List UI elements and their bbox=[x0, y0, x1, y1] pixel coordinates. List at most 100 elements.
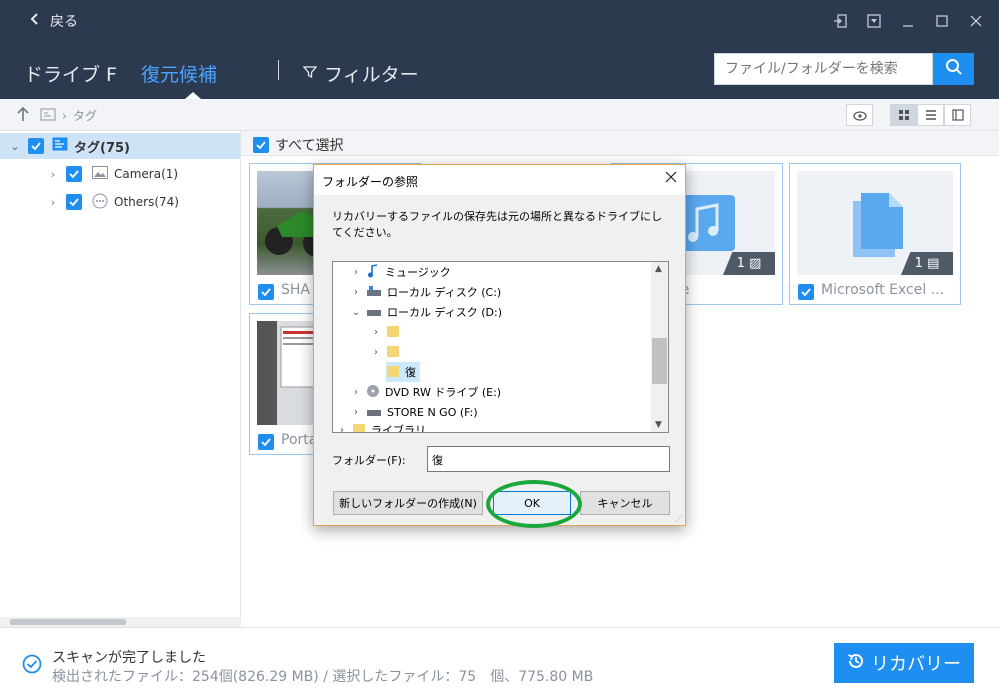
back-button[interactable]: 戻る bbox=[30, 11, 78, 31]
folder-field-label: フォルダー(F): bbox=[332, 454, 406, 467]
folder-tree-item[interactable]: ⌄ ローカル ディスク (D:) bbox=[351, 302, 502, 322]
chevron-right-icon[interactable]: › bbox=[351, 387, 361, 398]
sidebar-tree: ⌄ タグ(75) › Camera(1) › Others(74) bbox=[0, 131, 241, 627]
drive-icon bbox=[366, 305, 382, 320]
maximize-icon[interactable] bbox=[933, 12, 951, 30]
chevron-right-icon[interactable]: › bbox=[337, 425, 347, 433]
sidebar-scrollbar[interactable] bbox=[0, 617, 241, 627]
select-all-bar: すべて選択 bbox=[241, 131, 999, 156]
checkbox-checked-icon[interactable] bbox=[258, 434, 274, 450]
checkbox-checked-icon[interactable] bbox=[253, 137, 269, 153]
cancel-button[interactable]: キャンセル bbox=[580, 491, 670, 515]
scroll-down-icon[interactable]: ▼ bbox=[655, 420, 662, 430]
filter-icon bbox=[302, 63, 318, 85]
folder-icon bbox=[386, 324, 400, 341]
folder-tree-item[interactable]: › bbox=[371, 342, 405, 362]
active-tab-indicator bbox=[185, 92, 201, 99]
folder-tree-item-selected[interactable]: 復 bbox=[386, 362, 420, 382]
tab-drive[interactable]: ドライブ F bbox=[24, 60, 117, 87]
chevron-right-icon[interactable]: › bbox=[371, 327, 381, 338]
recover-button[interactable]: リカバリー bbox=[834, 643, 974, 683]
sidebar-item-label: Camera(1) bbox=[114, 167, 179, 181]
sidebar-item-camera[interactable]: › Camera(1) bbox=[46, 161, 178, 187]
scroll-up-icon[interactable]: ▲ bbox=[655, 264, 662, 274]
checkbox-checked-icon[interactable] bbox=[28, 138, 44, 154]
folder-field[interactable]: 復 bbox=[427, 446, 670, 472]
back-label: 戻る bbox=[50, 14, 78, 30]
folder-icon bbox=[386, 364, 400, 381]
up-arrow-icon[interactable] bbox=[16, 106, 30, 126]
chevron-right-icon[interactable]: › bbox=[46, 168, 60, 181]
chevron-down-icon[interactable]: ⌄ bbox=[351, 307, 361, 318]
detail-view-button[interactable] bbox=[944, 104, 971, 126]
folder-tree-item[interactable]: › DVD RW ドライブ (E:) bbox=[351, 382, 501, 402]
checkbox-checked-icon[interactable] bbox=[258, 284, 274, 300]
chevron-right-icon[interactable]: › bbox=[46, 196, 60, 209]
search-icon bbox=[945, 58, 963, 80]
eye-icon bbox=[852, 106, 867, 125]
dialog-title-bar: フォルダーの参照 bbox=[314, 165, 685, 195]
chevron-right-icon[interactable]: › bbox=[351, 267, 361, 278]
chevron-down-icon[interactable]: ⌄ bbox=[8, 140, 22, 153]
grid-view-button[interactable] bbox=[890, 104, 917, 126]
folder-tree-item[interactable]: › ライブラリ bbox=[337, 420, 426, 433]
folder-tree-item[interactable]: › ミュージック bbox=[351, 262, 451, 282]
nav-bar: ドライブ F 復元候補 フィルター bbox=[0, 42, 999, 99]
grid-icon bbox=[898, 110, 909, 120]
drive-icon bbox=[366, 405, 382, 420]
list-view-button[interactable] bbox=[917, 104, 944, 126]
minimize-icon[interactable] bbox=[899, 12, 917, 30]
resize-grip-icon[interactable]: ⋰ bbox=[675, 514, 683, 523]
folder-tree-item[interactable]: › bbox=[371, 322, 405, 342]
chevron-right-icon[interactable]: › bbox=[351, 287, 361, 298]
image-stack-icon: ▨ bbox=[749, 256, 762, 271]
select-all-checkbox[interactable]: すべて選択 bbox=[253, 135, 343, 155]
login-icon[interactable] bbox=[831, 12, 849, 30]
checkbox-checked-icon[interactable] bbox=[66, 166, 82, 182]
breadcrumb-item-tag[interactable]: タグ bbox=[73, 107, 97, 124]
close-icon[interactable] bbox=[967, 12, 985, 30]
browse-folder-dialog: フォルダーの参照 リカバリーするファイルの保存先は元の場所と異なるドライブにして… bbox=[313, 164, 686, 526]
tab-recovery-candidates[interactable]: 復元候補 bbox=[141, 60, 217, 87]
sidebar-item-label: Others(74) bbox=[114, 195, 179, 209]
file-card[interactable]: 1 ▤ Microsoft Excel ... bbox=[789, 163, 961, 305]
checkbox-checked-icon[interactable] bbox=[66, 194, 82, 210]
search-button[interactable] bbox=[933, 53, 974, 85]
music-icon bbox=[366, 263, 380, 281]
chevron-right-icon[interactable]: › bbox=[371, 347, 381, 358]
chevron-right-icon[interactable]: › bbox=[351, 407, 361, 418]
dialog-title: フォルダーの参照 bbox=[322, 175, 419, 189]
folder-tree[interactable]: › ミュージック › ローカル ディスク (C:) ⌄ ローカル ディスク (D… bbox=[332, 261, 669, 433]
scrollbar-thumb[interactable] bbox=[10, 619, 126, 625]
dialog-close-icon[interactable] bbox=[665, 171, 677, 187]
checkbox-checked-icon[interactable] bbox=[798, 284, 814, 300]
new-folder-button[interactable]: 新しいフォルダーの作成(N) bbox=[333, 491, 483, 515]
more-icon bbox=[92, 193, 108, 212]
highlight-annotation bbox=[486, 480, 582, 528]
document-icon: ▤ bbox=[927, 256, 940, 271]
title-bar: 戻る bbox=[0, 0, 999, 42]
folder-tree-label: ローカル ディスク (D:) bbox=[387, 306, 502, 319]
folder-tree-label: STORE N GO (F:) bbox=[387, 405, 478, 419]
search-input[interactable] bbox=[714, 53, 933, 85]
sidebar-item-others[interactable]: › Others(74) bbox=[46, 189, 179, 215]
badge-count: 1 bbox=[914, 256, 923, 271]
preview-toggle[interactable] bbox=[846, 104, 873, 126]
folder-tree-scrollbar[interactable]: ▲ ▼ bbox=[651, 262, 668, 432]
filter-button[interactable]: フィルター bbox=[302, 60, 419, 87]
panel-icon bbox=[951, 109, 964, 121]
folder-tree-label: ローカル ディスク (C:) bbox=[387, 286, 502, 299]
folder-tree-label: DVD RW ドライブ (E:) bbox=[385, 386, 502, 399]
tree-root-tag[interactable]: ⌄ タグ(75) bbox=[0, 133, 240, 159]
select-all-label: すべて選択 bbox=[275, 138, 344, 154]
breadcrumb-separator: › bbox=[62, 108, 67, 123]
menu-dropdown-icon[interactable] bbox=[865, 12, 883, 30]
folder-tree-label: ミュージック bbox=[385, 266, 451, 279]
drive-icon bbox=[366, 285, 382, 300]
folder-tree-item[interactable]: › ローカル ディスク (C:) bbox=[351, 282, 501, 302]
file-card-label: Microsoft Excel ... bbox=[821, 282, 945, 298]
scrollbar-thumb[interactable] bbox=[652, 338, 667, 384]
chevron-left-icon bbox=[30, 13, 40, 29]
tree-root-label: タグ(75) bbox=[74, 140, 130, 156]
folder-tree-item[interactable]: › STORE N GO (F:) bbox=[351, 402, 478, 422]
